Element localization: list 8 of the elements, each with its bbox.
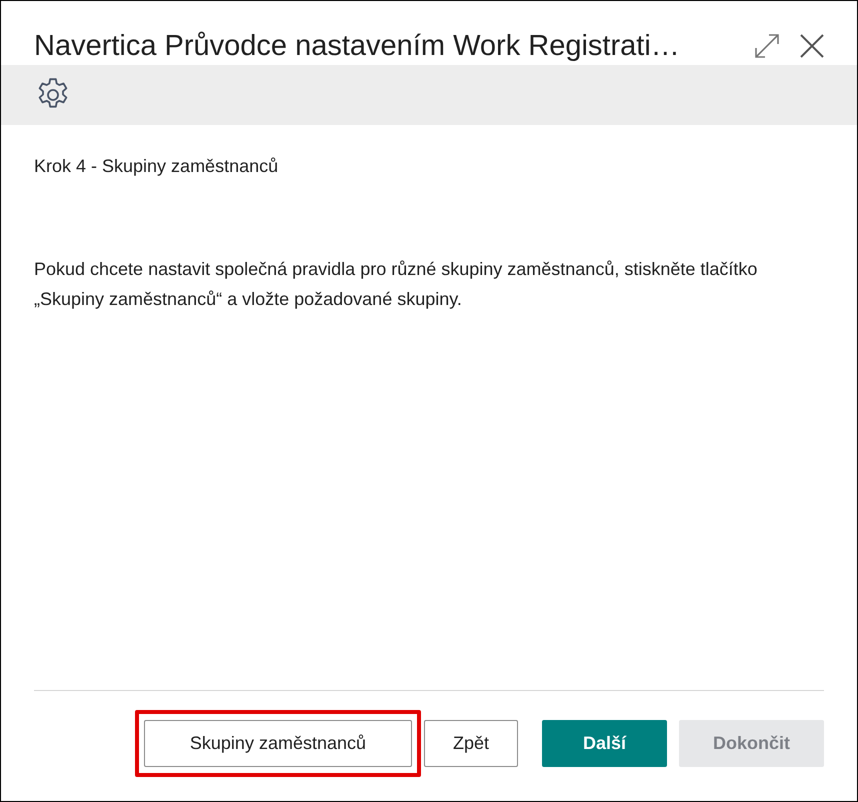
secondary-button[interactable]: Zpět [424, 720, 518, 767]
secondary-button[interactable]: Skupiny zaměstnanců [144, 720, 412, 767]
primary-button[interactable]: Další [542, 720, 667, 767]
window-title: Navertica Průvodce nastavením Work Registrati… [34, 30, 681, 62]
close-icon[interactable] [800, 34, 824, 58]
description-text: Pokud chcete nastavit společná pravidla pro různé skupiny zaměstnanců, stiskněte tlačítko „Skupiny zaměstnanců“ a vložte požadované skupiny. [33, 258, 758, 311]
step-title: Krok 4 - Skupiny zaměstnanců [33, 155, 280, 177]
expand-icon[interactable] [754, 33, 780, 59]
